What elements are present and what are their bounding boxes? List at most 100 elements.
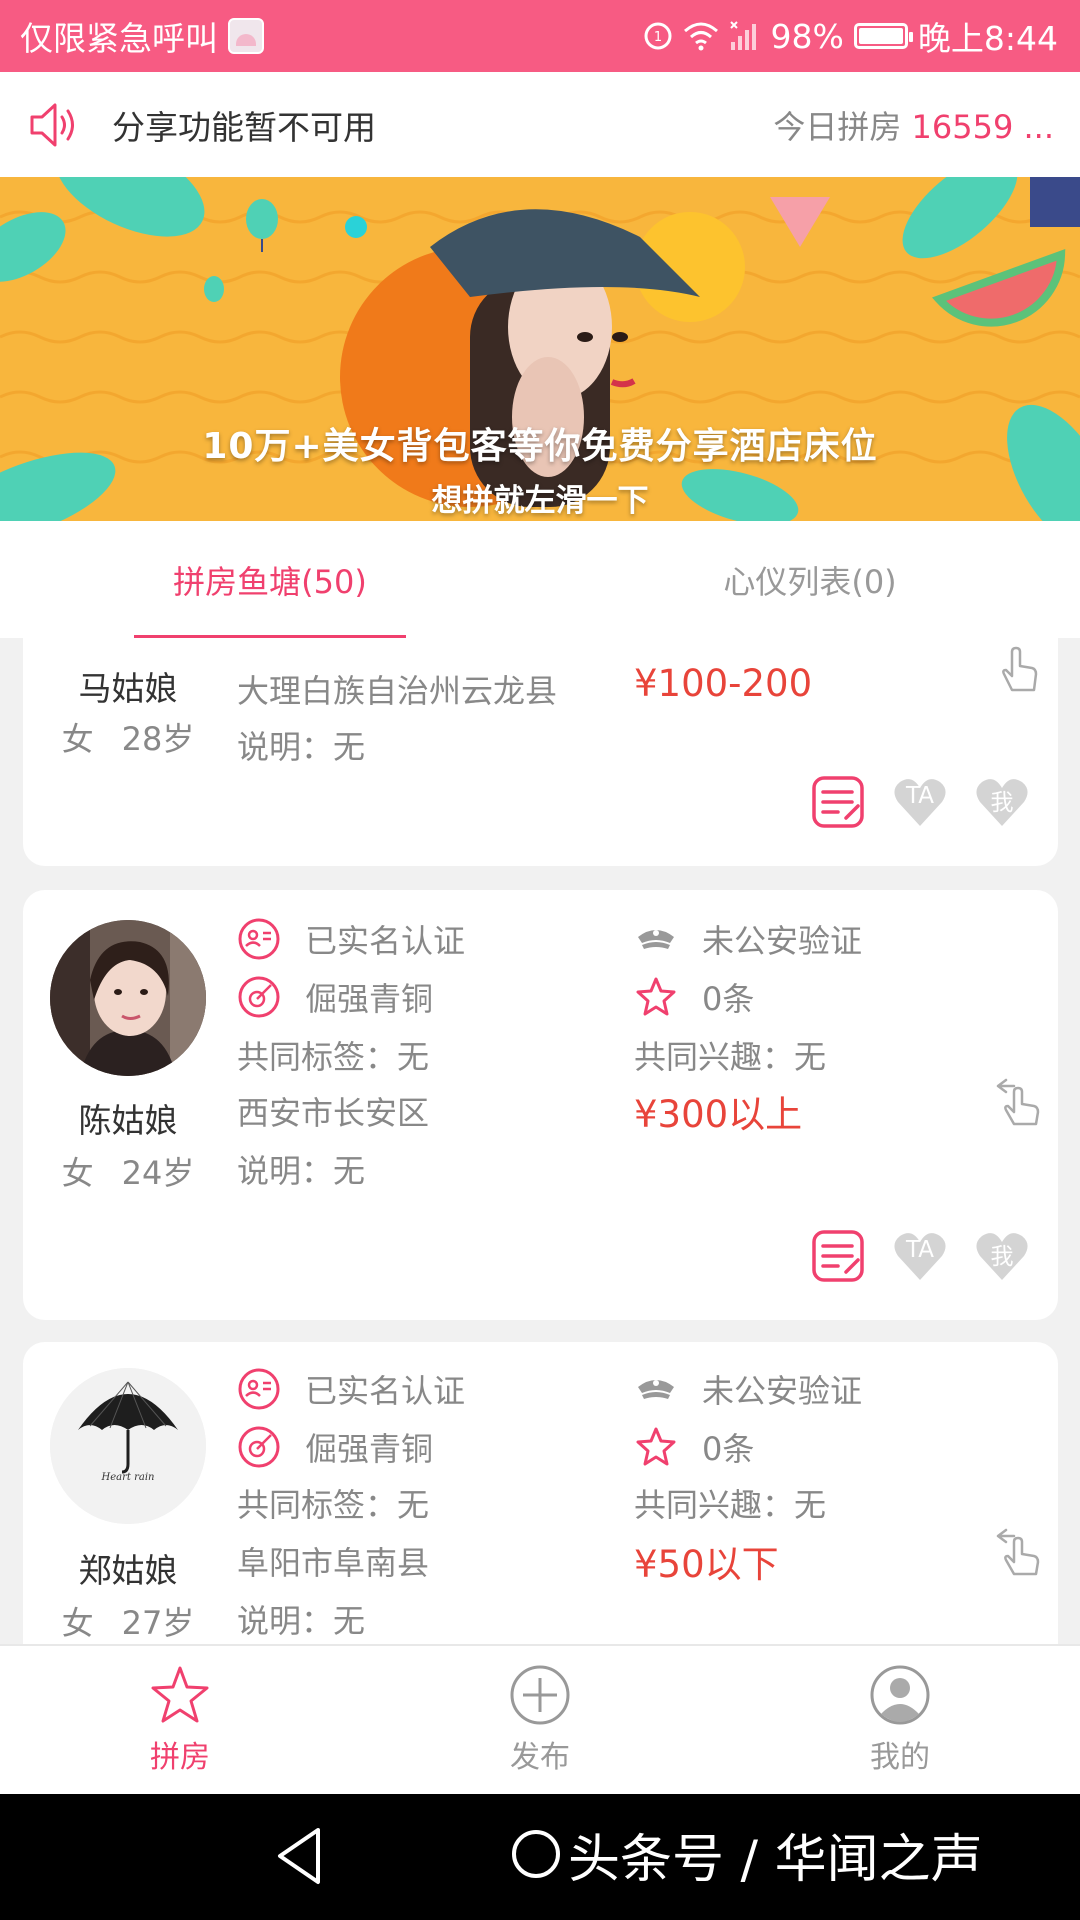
common-interests: 共同兴趣：无: [634, 1032, 826, 1078]
battery-icon: [853, 23, 913, 49]
user-meta: 女 27岁: [23, 1598, 233, 1644]
nav-label: 拼房: [150, 1740, 210, 1775]
police-cap-icon: [638, 930, 674, 949]
star-icon: [151, 1666, 209, 1723]
system-nav-bar: 头条号 / 华闻之声: [0, 1794, 1080, 1920]
note-text: 说明：无: [237, 1146, 365, 1192]
status-left: 仅限紧急呼叫: [20, 12, 264, 60]
location-text: 阜阳市阜南县: [237, 1538, 429, 1584]
star-icon: [636, 1427, 676, 1466]
level-badge: 倔强青铜: [237, 974, 433, 1020]
watermark-text: 头条号 / 华闻之声: [568, 1829, 983, 1890]
like-ta-button[interactable]: TA: [892, 774, 948, 830]
location-value: 西安市长安区: [237, 1094, 430, 1132]
volte-icon: 1: [644, 22, 672, 50]
notice-text: 分享功能暂不可用: [112, 107, 376, 147]
card-actions: TA 我: [810, 774, 1030, 830]
location-value: 阜阳市阜南县: [237, 1544, 430, 1582]
common-tags-value: 共同标签：无: [237, 1038, 430, 1076]
note-text: 说明：无: [237, 722, 365, 768]
reviews-text: 0条: [702, 980, 755, 1018]
nav-label: 我的: [870, 1740, 930, 1775]
location-value: 大理白族自治州云龙县: [237, 672, 558, 710]
note-value: 说明：无: [237, 1152, 366, 1190]
target-icon: [238, 1426, 280, 1468]
user-age: 24岁: [121, 1154, 195, 1192]
note-value: 说明：无: [237, 1602, 366, 1640]
svg-text:1: 1: [653, 30, 661, 45]
id-card-icon: [238, 1368, 280, 1410]
heart-ta-label: TA: [906, 1237, 934, 1263]
today-count: 今日拼房 16559 ...: [773, 102, 1054, 148]
like-me-button[interactable]: 我: [974, 774, 1030, 830]
note-icon[interactable]: [810, 1228, 866, 1284]
user-gender: 女: [61, 720, 94, 758]
user-age: 28岁: [121, 720, 195, 758]
plus-circle-icon: [510, 1665, 570, 1725]
level-text: 倔强青铜: [305, 1430, 434, 1468]
reviews-badge: 0条: [634, 1424, 754, 1470]
price-range: ¥300以上: [634, 1093, 803, 1136]
banner-illustration: [0, 177, 1080, 521]
swipe-hand-icon[interactable]: [994, 1526, 1042, 1578]
banner-title: 10万+美女背包客等你免费分享酒店床位: [202, 426, 878, 467]
app-notification-icon: [228, 18, 264, 54]
card-actions: TA 我: [810, 1228, 1030, 1284]
avatar[interactable]: Heart rain: [50, 1368, 206, 1524]
list-item[interactable]: 陈姑娘 女 24岁 已实名认证 倔强青铜 共同标签：无 西安市长安区 说明：无 …: [23, 890, 1058, 1320]
user-meta: 女 24岁: [23, 1148, 233, 1194]
user-name: 郑姑娘: [78, 1551, 178, 1590]
note-value: 说明：无: [237, 728, 366, 766]
watermark: 头条号 / 华闻之声: [512, 1819, 983, 1890]
bottom-nav: 拼房 发布 我的: [0, 1644, 1080, 1794]
like-ta-button[interactable]: TA: [892, 1228, 948, 1284]
speaker-icon: [30, 103, 74, 146]
promo-banner[interactable]: 10万+美女背包客等你免费分享酒店床位 想拼就左滑一下: [0, 177, 1080, 521]
list-item[interactable]: Heart rain 郑姑娘 女 27岁 已实名认证 倔强青铜 共同标签：无 阜…: [23, 1342, 1058, 1644]
nav-item-mine[interactable]: 我的: [720, 1646, 1080, 1794]
common-tags: 共同标签：无: [237, 1480, 429, 1526]
swipe-hand-icon[interactable]: [994, 1076, 1042, 1128]
user-name: 马姑娘: [78, 669, 178, 708]
police-badge: 未公安验证: [634, 916, 862, 962]
id-card-icon: [238, 918, 280, 960]
status-time: 晚上8:44: [917, 19, 1058, 58]
status-carrier-text: 仅限紧急呼叫: [20, 19, 218, 58]
level-badge: 倔强青铜: [237, 1424, 433, 1470]
like-me-button[interactable]: 我: [974, 1228, 1030, 1284]
common-interests: 共同兴趣：无: [634, 1480, 826, 1526]
notice-bar[interactable]: 分享功能暂不可用 今日拼房 16559 ...: [0, 72, 1080, 177]
user-age: 27岁: [121, 1604, 195, 1642]
swipe-hand-icon[interactable]: [994, 644, 1042, 696]
status-bar: 仅限紧急呼叫 1 98% 晚上8:44: [0, 0, 1080, 72]
wifi-icon: [683, 22, 718, 51]
common-interests-value: 共同兴趣：无: [634, 1486, 827, 1524]
banner-subtitle: 想拼就左滑一下: [431, 483, 649, 519]
nav-item-publish[interactable]: 发布: [360, 1646, 720, 1794]
tab-favorites[interactable]: 心仪列表(0): [540, 521, 1080, 638]
room-share-list[interactable]: 马姑娘 女 28岁 大理白族自治州云龙县 说明：无 ¥100-200 TA 我 …: [0, 638, 1080, 1644]
price-range: ¥50以下: [634, 1543, 779, 1586]
star-icon: [636, 977, 676, 1016]
level-text: 倔强青铜: [305, 980, 434, 1018]
nav-item-room-share[interactable]: 拼房: [0, 1646, 360, 1794]
umbrella-caption: Heart rain: [101, 1472, 155, 1483]
location-text: 西安市长安区: [237, 1088, 429, 1134]
verified-badge: 已实名认证: [237, 916, 465, 962]
avatar[interactable]: [50, 920, 206, 1076]
heart-me-label: 我: [990, 790, 1014, 816]
verified-text: 已实名认证: [305, 922, 466, 960]
heart-me-label: 我: [990, 1244, 1014, 1270]
nav-label: 发布: [510, 1740, 570, 1775]
list-item[interactable]: 马姑娘 女 28岁 大理白族自治州云龙县 说明：无 ¥100-200 TA 我: [23, 638, 1058, 866]
today-count-value: 16559 ...: [911, 107, 1054, 146]
home-circle-icon[interactable]: [512, 1830, 560, 1878]
price-range: ¥100-200: [634, 662, 813, 705]
user-gender: 女: [61, 1604, 94, 1642]
today-count-label: 今日拼房: [773, 107, 902, 146]
tab-pond[interactable]: 拼房鱼塘(50): [0, 521, 540, 638]
status-right: 1 98% 晚上8:44: [643, 12, 1058, 60]
police-text: 未公安验证: [702, 1372, 863, 1410]
note-icon[interactable]: [810, 774, 866, 830]
back-icon[interactable]: [272, 1824, 332, 1888]
